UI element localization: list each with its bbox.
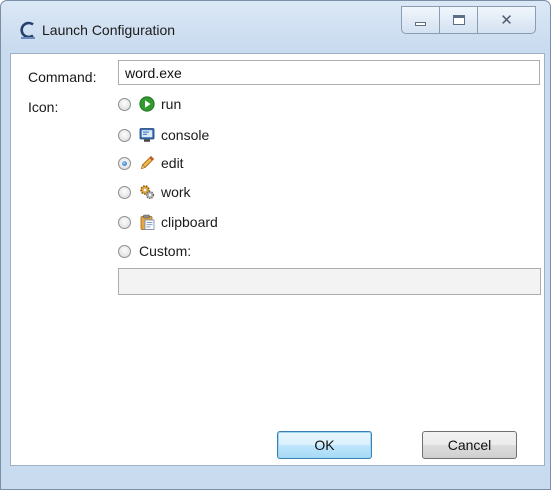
close-button[interactable]: ✕ [478, 7, 535, 33]
run-icon [139, 96, 155, 112]
radio-button-work[interactable] [118, 185, 131, 199]
radio-label-run: run [161, 96, 182, 112]
custom-icon-path-field[interactable] [118, 268, 541, 295]
minimize-button[interactable] [402, 7, 440, 33]
gears-icon [139, 184, 155, 200]
command-label: Command: [28, 69, 97, 85]
edit-pencil-icon [139, 155, 155, 171]
radio-option-custom[interactable]: Custom: [118, 239, 191, 263]
radio-label-edit: edit [161, 155, 184, 171]
radio-label-custom: Custom: [139, 243, 192, 259]
icon-label: Icon: [28, 99, 59, 115]
eclipse-c-icon [20, 21, 35, 39]
ok-button[interactable]: OK [277, 431, 372, 459]
radio-button-console[interactable] [118, 128, 131, 142]
radio-button-edit[interactable] [118, 156, 131, 170]
launch-configuration-dialog: Launch Configuration ✕ Command: Icon: [0, 0, 551, 490]
radio-label-clipboard: clipboard [161, 214, 218, 230]
radio-button-custom[interactable] [118, 244, 131, 258]
dialog-content: Command: Icon: run [10, 53, 545, 466]
radio-option-work[interactable]: work [118, 180, 191, 204]
minimize-icon [415, 22, 426, 26]
radio-button-clipboard[interactable] [118, 215, 131, 229]
radio-label-work: work [161, 184, 191, 200]
command-input[interactable] [118, 60, 540, 85]
maximize-icon [452, 15, 465, 25]
radio-label-console: console [161, 127, 210, 143]
radio-button-run[interactable] [118, 97, 131, 111]
window-title: Launch Configuration [42, 22, 176, 38]
title-bar[interactable]: Launch Configuration ✕ [1, 1, 550, 49]
clipboard-icon [139, 214, 155, 230]
cancel-button[interactable]: Cancel [422, 431, 517, 459]
close-icon: ✕ [500, 11, 513, 29]
console-icon [139, 127, 155, 143]
radio-option-edit[interactable]: edit [118, 151, 184, 175]
radio-option-run[interactable]: run [118, 92, 181, 116]
maximize-button[interactable] [440, 7, 478, 33]
window-controls: ✕ [401, 6, 536, 34]
radio-option-clipboard[interactable]: clipboard [118, 210, 218, 234]
radio-option-console[interactable]: console [118, 123, 209, 147]
